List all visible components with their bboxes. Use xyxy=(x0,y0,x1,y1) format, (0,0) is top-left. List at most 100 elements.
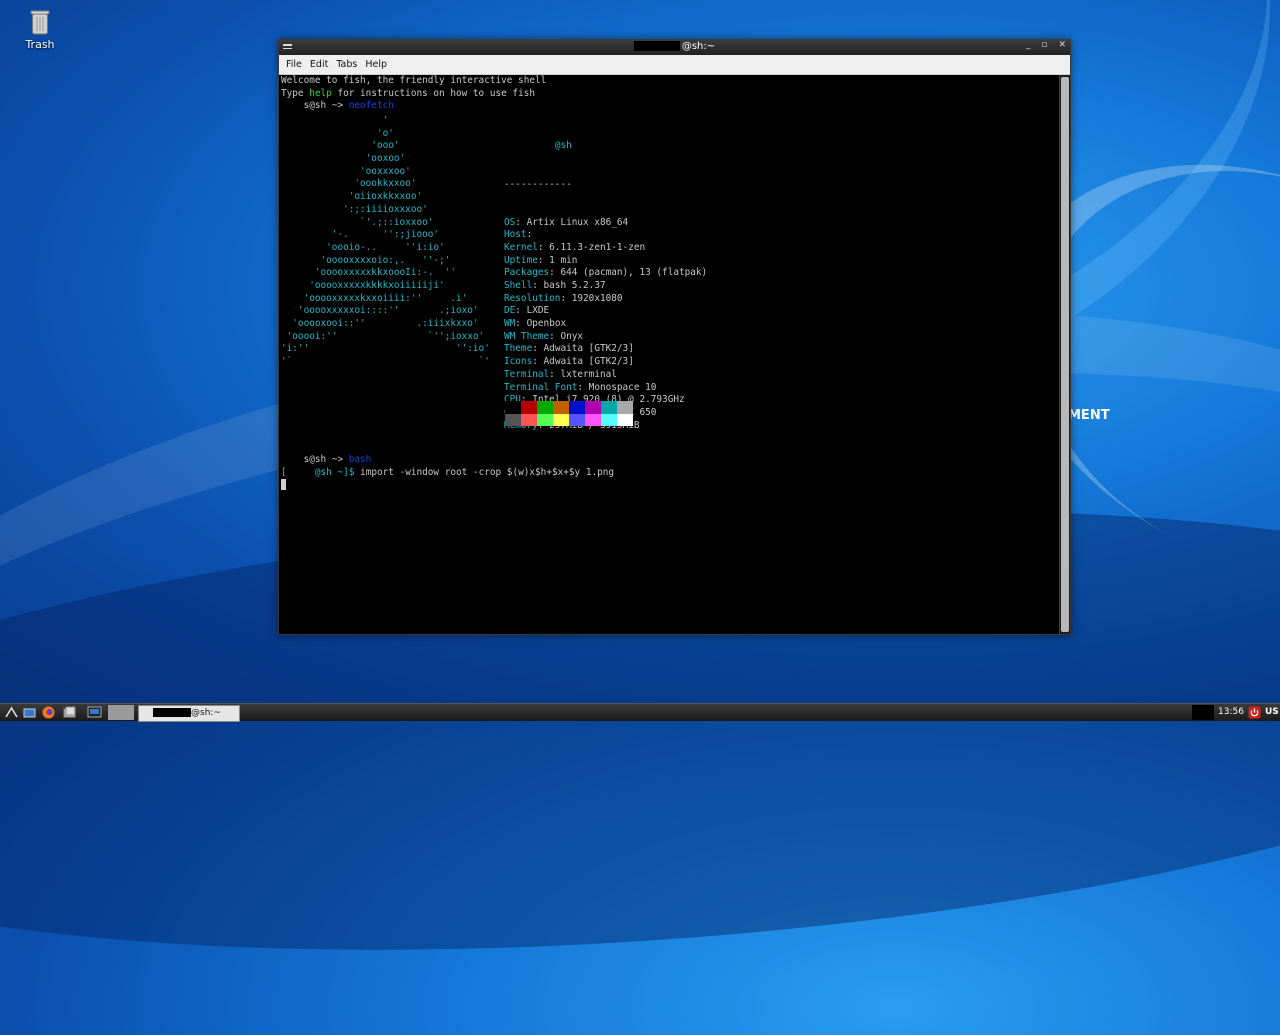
start-menu-icon[interactable] xyxy=(4,705,19,720)
info-key: Terminal xyxy=(504,368,550,380)
workspace-switcher[interactable] xyxy=(108,705,134,720)
logo-line: ' xyxy=(281,115,389,126)
wallpaper-brand-text: MENT xyxy=(1068,408,1110,423)
minimize-button[interactable]: _ xyxy=(1026,40,1031,50)
info-value: lxterminal xyxy=(560,368,617,380)
desktop-icon-label: Trash xyxy=(25,38,55,51)
info-key: Kernel xyxy=(504,241,538,253)
info-line: WM Theme: Onyx xyxy=(504,330,584,342)
info-key: Theme xyxy=(504,343,533,355)
info-key: Uptime xyxy=(504,254,538,266)
vertical-scrollbar[interactable] xyxy=(1059,75,1070,634)
info-line: Icons: Adwaita [GTK2/3] xyxy=(504,356,634,368)
logo-line: '-. '':;jiooo' xyxy=(281,229,440,241)
menu-file[interactable]: File xyxy=(282,59,306,70)
logo-line: 'oiioxkkxxoo' xyxy=(281,191,423,203)
logo-line: 'ooooxxxxxoi::::'' .;ioxo' xyxy=(281,305,479,317)
menu-help[interactable]: Help xyxy=(361,59,391,70)
palette-swatch xyxy=(585,401,601,414)
info-value: Adwaita [GTK2/3] xyxy=(543,343,634,355)
terminal-launcher-icon[interactable] xyxy=(87,705,102,720)
terminal-window[interactable]: @sh:~ _ ▫ ✕ File Edit Tabs Help Welcome … xyxy=(278,39,1071,635)
info-line: Kernel: 6.11.3-zen1-1-zen xyxy=(504,241,646,253)
info-line: Host: xyxy=(504,229,538,241)
info-key: OS xyxy=(504,216,516,228)
maximize-button[interactable]: ▫ xyxy=(1041,40,1047,50)
firefox-icon[interactable] xyxy=(41,705,56,720)
logo-line: 'oooio-.. ''i:io' xyxy=(281,241,445,253)
info-value: 6.11.3-zen1-1-zen xyxy=(549,241,646,253)
info-line: Theme: Adwaita [GTK2/3] xyxy=(504,343,634,355)
color-palette xyxy=(505,401,633,426)
info-key: Host xyxy=(504,229,527,241)
logo-line: 'ooo' xyxy=(281,140,400,152)
menu-edit[interactable]: Edit xyxy=(306,59,332,70)
logo-line: ':;:iiiioxxxoo' xyxy=(281,203,428,215)
info-line: Terminal Font: Monospace 10 xyxy=(504,381,657,393)
menubar: File Edit Tabs Help xyxy=(279,55,1070,75)
info-line: WM: Openbox xyxy=(504,318,567,330)
taskbar-task-terminal[interactable]: @sh:~ xyxy=(138,705,240,722)
scrollbar-thumb[interactable] xyxy=(1061,77,1069,632)
logo-line: 'i:'' '':io' xyxy=(281,343,490,355)
power-icon[interactable] xyxy=(1248,705,1261,720)
palette-swatch xyxy=(569,413,585,426)
palette-swatch xyxy=(617,413,633,426)
info-key: Resolution xyxy=(504,292,561,304)
logo-line: `'.;::ioxxoo' xyxy=(281,216,434,228)
logo-line: 'ooooxxxxxkkxoooIi:-. '' xyxy=(281,267,456,279)
window-titlebar[interactable]: @sh:~ _ ▫ ✕ xyxy=(279,40,1070,55)
logo-line: 'ooooi:'' `'';ioxxo' xyxy=(281,330,485,342)
palette-swatch xyxy=(585,413,601,426)
palette-swatch xyxy=(553,401,569,414)
close-button[interactable]: ✕ xyxy=(1058,40,1066,50)
redacted-block xyxy=(153,708,191,717)
info-line: Uptime: 1 min xyxy=(504,254,578,266)
palette-swatch xyxy=(537,413,553,426)
help-line: Type help for instructions on how to use… xyxy=(281,87,536,99)
info-key: Terminal Font xyxy=(504,381,578,393)
host-header: @sh xyxy=(554,140,572,152)
separator: ------------ xyxy=(504,178,572,190)
file-manager-icon[interactable] xyxy=(62,705,77,720)
redacted-block xyxy=(1192,705,1214,720)
logo-line: 'ooooxooi::'' .:iiixkxxo' xyxy=(281,318,479,329)
info-key: Icons xyxy=(504,356,533,368)
window-title: @sh:~ xyxy=(681,41,716,52)
palette-swatch xyxy=(505,413,521,426)
info-line: Shell: bash 5.2.37 xyxy=(504,280,606,292)
logo-line: 'ooooxxxxoio:,. ''-;' xyxy=(281,254,451,266)
welcome-line: Welcome to fish, the friendly interactiv… xyxy=(281,75,547,86)
info-value: 644 (pacman), 13 (flatpak) xyxy=(560,267,708,279)
prompt-line: s@sh ~> bash xyxy=(303,454,372,465)
prompt-line: s@sh ~> neofetch xyxy=(303,100,394,112)
logo-line: '` `' xyxy=(281,356,490,368)
palette-swatch xyxy=(521,401,537,414)
info-line: Packages: 644 (pacman), 13 (flatpak) xyxy=(504,267,708,279)
trash-icon xyxy=(30,10,50,35)
palette-swatch xyxy=(601,401,617,414)
bash-prompt-line: [ @sh ~]$ import -window root -crop $(w)… xyxy=(281,466,615,478)
palette-swatch xyxy=(553,413,569,426)
logo-line: 'ooooxxxxxkxxoiiii:'' .i' xyxy=(281,292,468,304)
info-key: Packages xyxy=(504,267,550,279)
cursor-line xyxy=(281,479,614,492)
menu-tabs[interactable]: Tabs xyxy=(332,59,361,70)
info-value: bash 5.2.37 xyxy=(543,280,606,292)
info-line: Terminal: lxterminal xyxy=(504,368,617,380)
info-value: 1 min xyxy=(549,254,578,266)
info-value: LXDE xyxy=(526,305,550,317)
clock[interactable]: 13:56 xyxy=(1218,705,1244,720)
keyboard-layout[interactable]: US xyxy=(1265,705,1279,720)
palette-swatch xyxy=(617,401,633,414)
text-cursor xyxy=(281,479,286,491)
info-key: WM Theme xyxy=(504,330,550,342)
info-value: Onyx xyxy=(560,330,584,342)
info-value: Monospace 10 xyxy=(588,381,657,393)
desktop-icon-trash[interactable]: Trash xyxy=(20,8,60,51)
terminal-output[interactable]: Welcome to fish, the friendly interactiv… xyxy=(279,75,1060,634)
show-desktop-icon[interactable] xyxy=(22,705,37,720)
logo-line: 'ooooxxxxxkkkkxoiiiiiji' xyxy=(281,279,445,291)
palette-swatch xyxy=(505,401,521,414)
info-value: Openbox xyxy=(526,318,567,330)
